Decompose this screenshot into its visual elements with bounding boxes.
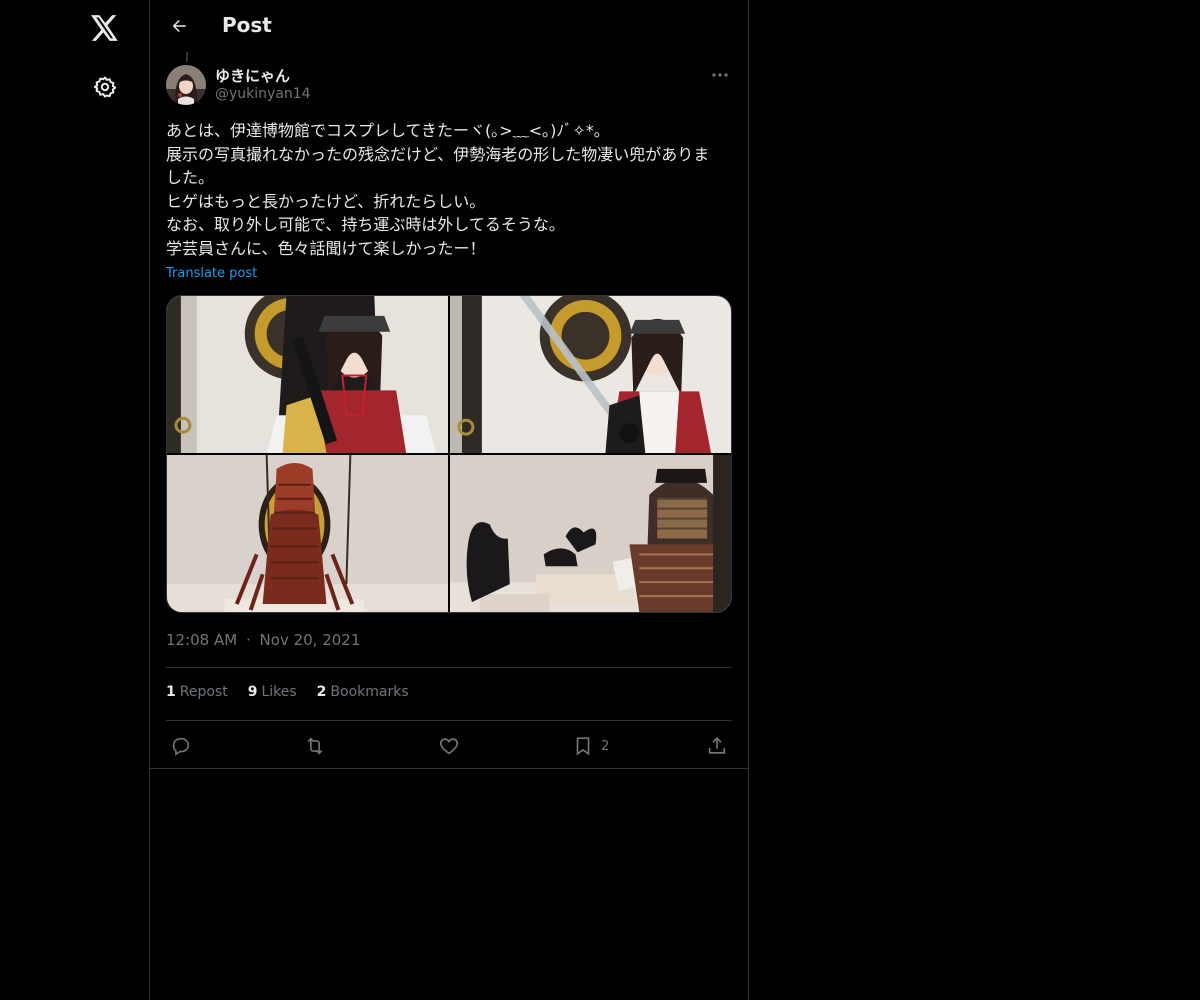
bookmark-button[interactable]: 2 [572, 734, 609, 758]
post-text-line: 展示の写真撮れなかったの残念だけど、伊勢海老の形した物凄い兜がありま [166, 144, 710, 164]
gear-icon[interactable] [85, 67, 125, 107]
heart-icon [439, 738, 459, 755]
engagement-stats: 1 Repost 9 Likes 2 Bookmarks [166, 684, 409, 700]
reply-icon [172, 737, 190, 756]
translate-post-link[interactable]: Translate post [166, 266, 257, 281]
bookmarks-stat[interactable]: 2 Bookmarks [317, 684, 409, 700]
media-grid [166, 295, 732, 613]
post-bottom-border [150, 768, 748, 769]
share-button[interactable] [706, 734, 728, 758]
share-icon [708, 737, 726, 754]
post-header: Post [150, 0, 748, 53]
timestamp-separator: · [245, 631, 251, 649]
media-photo-2[interactable] [450, 296, 731, 453]
post-text-line: なお、取り外し可能で、持ち運ぶ時は外してるそうな。 [166, 215, 565, 235]
post-timestamp: 12:08 AM · Nov 20, 2021 [166, 631, 360, 649]
reply-button[interactable] [170, 734, 192, 758]
media-photo-1[interactable] [167, 296, 448, 453]
arrow-left-icon [172, 20, 186, 32]
likes-count: 9 [247, 684, 258, 700]
post-time[interactable]: 12:08 AM [166, 631, 237, 649]
post-text-line: 学芸員さんに、色々話聞けて楽しかったー！ [166, 238, 486, 258]
reposts-stat[interactable]: 1 Repost [166, 684, 228, 700]
media-photo-3[interactable] [167, 455, 448, 612]
post-text-line: ヒゲはもっと長かったけど、折れたらしい。 [166, 191, 486, 211]
post-text-line: あとは、伊達博物館でコスプレしてきたーヾ(｡>﹏<｡)ﾉﾞ✧*。 [166, 121, 610, 140]
divider [166, 667, 732, 668]
post-text-line: した。 [166, 168, 215, 188]
thread-connector-line [186, 52, 188, 62]
more-options-button[interactable] [708, 65, 732, 85]
repost-button[interactable] [304, 734, 326, 758]
likes-label: Likes [261, 684, 297, 700]
post-author: ゆきにゃん @yukinyan14 [166, 65, 732, 107]
likes-stat[interactable]: 9 Likes [248, 684, 297, 700]
bookmarks-label: Bookmarks [330, 684, 409, 700]
more-horizontal-icon [712, 73, 728, 77]
reposts-count: 1 [166, 684, 176, 700]
post-text: あとは、伊達博物館でコスプレしてきたーヾ(｡>﹏<｡)ﾉﾞ✧*。 展示の写真撮れ… [166, 119, 732, 261]
repost-icon [307, 737, 323, 755]
media-photo-4[interactable] [450, 455, 731, 612]
back-button[interactable] [162, 9, 196, 43]
author-display-name[interactable]: ゆきにゃん [215, 65, 290, 86]
reposts-label: Repost [179, 684, 228, 700]
divider [166, 720, 732, 721]
author-handle[interactable]: @yukinyan14 [215, 86, 311, 102]
bookmark-icon [576, 737, 590, 756]
post-detail-column: Post ゆきにゃん @yukinyan14 あとは、伊達博物館でコスプレしてき… [149, 0, 749, 1000]
avatar[interactable] [166, 65, 206, 105]
like-button[interactable] [438, 734, 460, 758]
post-date[interactable]: Nov 20, 2021 [260, 631, 361, 649]
page-title: Post [222, 13, 272, 37]
x-logo-icon[interactable] [85, 8, 125, 48]
bookmarks-count: 2 [316, 684, 327, 700]
left-nav [0, 0, 150, 1000]
post-actions: 2 [166, 730, 732, 762]
bookmark-count: 2 [601, 738, 610, 754]
